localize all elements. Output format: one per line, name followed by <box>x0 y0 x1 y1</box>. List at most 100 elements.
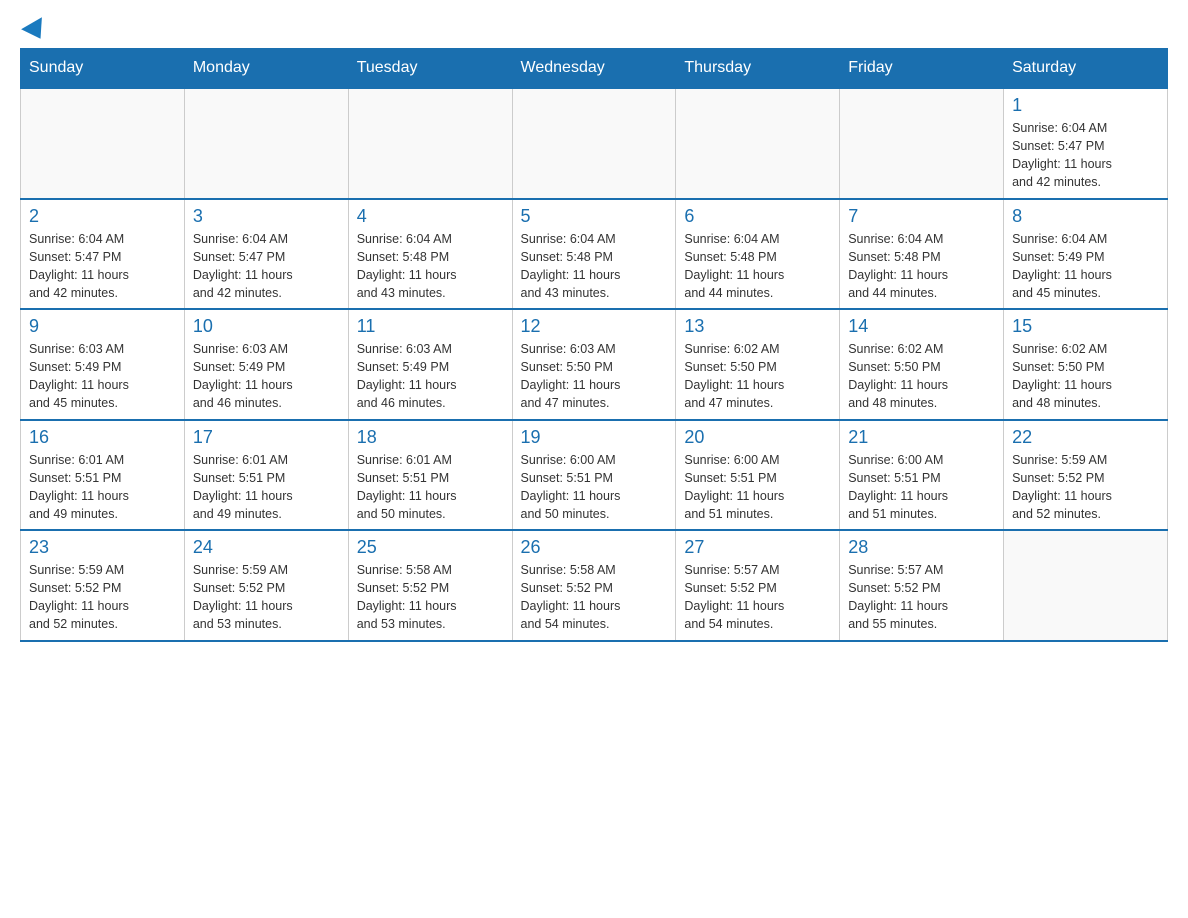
calendar-day-cell: 14 Sunrise: 6:02 AM Sunset: 5:50 PM Dayli… <box>840 309 1004 420</box>
day-number: 10 <box>193 316 340 337</box>
day-number: 28 <box>848 537 995 558</box>
calendar-day-cell: 25 Sunrise: 5:58 AM Sunset: 5:52 PM Dayli… <box>348 530 512 641</box>
day-number: 23 <box>29 537 176 558</box>
day-number: 22 <box>1012 427 1159 448</box>
day-number: 12 <box>521 316 668 337</box>
day-number: 16 <box>29 427 176 448</box>
day-info: Sunrise: 5:57 AM Sunset: 5:52 PM Dayligh… <box>848 561 995 634</box>
calendar-day-cell <box>21 88 185 199</box>
calendar-day-cell: 10 Sunrise: 6:03 AM Sunset: 5:49 PM Dayli… <box>184 309 348 420</box>
calendar-day-cell: 2 Sunrise: 6:04 AM Sunset: 5:47 PM Daylig… <box>21 199 185 310</box>
day-info: Sunrise: 6:01 AM Sunset: 5:51 PM Dayligh… <box>357 451 504 524</box>
day-of-week-header: Tuesday <box>348 49 512 89</box>
calendar-day-cell: 19 Sunrise: 6:00 AM Sunset: 5:51 PM Dayli… <box>512 420 676 531</box>
day-number: 1 <box>1012 95 1159 116</box>
day-of-week-header: Saturday <box>1004 49 1168 89</box>
day-number: 27 <box>684 537 831 558</box>
day-info: Sunrise: 6:04 AM Sunset: 5:48 PM Dayligh… <box>684 230 831 303</box>
day-info: Sunrise: 6:01 AM Sunset: 5:51 PM Dayligh… <box>29 451 176 524</box>
calendar-day-cell: 6 Sunrise: 6:04 AM Sunset: 5:48 PM Daylig… <box>676 199 840 310</box>
day-number: 24 <box>193 537 340 558</box>
day-info: Sunrise: 5:59 AM Sunset: 5:52 PM Dayligh… <box>193 561 340 634</box>
day-info: Sunrise: 6:00 AM Sunset: 5:51 PM Dayligh… <box>521 451 668 524</box>
logo-triangle-icon <box>21 17 51 45</box>
calendar-day-cell: 8 Sunrise: 6:04 AM Sunset: 5:49 PM Daylig… <box>1004 199 1168 310</box>
calendar-day-cell: 7 Sunrise: 6:04 AM Sunset: 5:48 PM Daylig… <box>840 199 1004 310</box>
calendar-header-row: SundayMondayTuesdayWednesdayThursdayFrid… <box>21 49 1168 89</box>
day-number: 14 <box>848 316 995 337</box>
day-number: 17 <box>193 427 340 448</box>
calendar-day-cell: 11 Sunrise: 6:03 AM Sunset: 5:49 PM Dayli… <box>348 309 512 420</box>
day-of-week-header: Monday <box>184 49 348 89</box>
day-info: Sunrise: 5:58 AM Sunset: 5:52 PM Dayligh… <box>521 561 668 634</box>
calendar-day-cell: 20Sunrise: 6:00 AM Sunset: 5:51 PM Dayli… <box>676 420 840 531</box>
day-number: 5 <box>521 206 668 227</box>
calendar-week-row: 16 Sunrise: 6:01 AM Sunset: 5:51 PM Dayli… <box>21 420 1168 531</box>
day-info: Sunrise: 6:03 AM Sunset: 5:50 PM Dayligh… <box>521 340 668 413</box>
logo <box>20 20 48 38</box>
calendar-day-cell: 4Sunrise: 6:04 AM Sunset: 5:48 PM Daylig… <box>348 199 512 310</box>
calendar-day-cell: 27 Sunrise: 5:57 AM Sunset: 5:52 PM Dayli… <box>676 530 840 641</box>
day-of-week-header: Thursday <box>676 49 840 89</box>
day-of-week-header: Sunday <box>21 49 185 89</box>
day-number: 25 <box>357 537 504 558</box>
day-info: Sunrise: 5:57 AM Sunset: 5:52 PM Dayligh… <box>684 561 831 634</box>
calendar-day-cell <box>512 88 676 199</box>
calendar-day-cell: 21 Sunrise: 6:00 AM Sunset: 5:51 PM Dayli… <box>840 420 1004 531</box>
calendar-day-cell: 12 Sunrise: 6:03 AM Sunset: 5:50 PM Dayli… <box>512 309 676 420</box>
calendar-day-cell <box>1004 530 1168 641</box>
calendar-day-cell: 23 Sunrise: 5:59 AM Sunset: 5:52 PM Dayli… <box>21 530 185 641</box>
day-info: Sunrise: 6:03 AM Sunset: 5:49 PM Dayligh… <box>29 340 176 413</box>
calendar-day-cell: 22 Sunrise: 5:59 AM Sunset: 5:52 PM Dayli… <box>1004 420 1168 531</box>
calendar-table: SundayMondayTuesdayWednesdayThursdayFrid… <box>20 48 1168 642</box>
calendar-day-cell <box>676 88 840 199</box>
day-info: Sunrise: 6:02 AM Sunset: 5:50 PM Dayligh… <box>1012 340 1159 413</box>
day-number: 15 <box>1012 316 1159 337</box>
day-number: 19 <box>521 427 668 448</box>
day-info: Sunrise: 6:02 AM Sunset: 5:50 PM Dayligh… <box>848 340 995 413</box>
day-info: Sunrise: 5:59 AM Sunset: 5:52 PM Dayligh… <box>29 561 176 634</box>
day-number: 2 <box>29 206 176 227</box>
calendar-week-row: 23 Sunrise: 5:59 AM Sunset: 5:52 PM Dayli… <box>21 530 1168 641</box>
day-info: Sunrise: 6:00 AM Sunset: 5:51 PM Dayligh… <box>684 451 831 524</box>
day-info: Sunrise: 6:04 AM Sunset: 5:49 PM Dayligh… <box>1012 230 1159 303</box>
day-info: Sunrise: 6:01 AM Sunset: 5:51 PM Dayligh… <box>193 451 340 524</box>
calendar-day-cell: 17 Sunrise: 6:01 AM Sunset: 5:51 PM Dayli… <box>184 420 348 531</box>
calendar-day-cell: 9 Sunrise: 6:03 AM Sunset: 5:49 PM Daylig… <box>21 309 185 420</box>
calendar-day-cell <box>840 88 1004 199</box>
day-info: Sunrise: 6:03 AM Sunset: 5:49 PM Dayligh… <box>193 340 340 413</box>
calendar-day-cell: 16 Sunrise: 6:01 AM Sunset: 5:51 PM Dayli… <box>21 420 185 531</box>
day-number: 7 <box>848 206 995 227</box>
day-info: Sunrise: 6:02 AM Sunset: 5:50 PM Dayligh… <box>684 340 831 413</box>
day-number: 6 <box>684 206 831 227</box>
calendar-day-cell: 28 Sunrise: 5:57 AM Sunset: 5:52 PM Dayli… <box>840 530 1004 641</box>
calendar-week-row: 9 Sunrise: 6:03 AM Sunset: 5:49 PM Daylig… <box>21 309 1168 420</box>
page-header <box>20 20 1168 38</box>
day-number: 3 <box>193 206 340 227</box>
calendar-day-cell: 26 Sunrise: 5:58 AM Sunset: 5:52 PM Dayli… <box>512 530 676 641</box>
day-number: 18 <box>357 427 504 448</box>
calendar-day-cell: 24 Sunrise: 5:59 AM Sunset: 5:52 PM Dayli… <box>184 530 348 641</box>
calendar-day-cell: 1 Sunrise: 6:04 AM Sunset: 5:47 PM Daylig… <box>1004 88 1168 199</box>
day-info: Sunrise: 6:03 AM Sunset: 5:49 PM Dayligh… <box>357 340 504 413</box>
calendar-day-cell <box>348 88 512 199</box>
day-info: Sunrise: 6:04 AM Sunset: 5:47 PM Dayligh… <box>1012 119 1159 192</box>
calendar-day-cell: 18 Sunrise: 6:01 AM Sunset: 5:51 PM Dayli… <box>348 420 512 531</box>
calendar-day-cell: 3 Sunrise: 6:04 AM Sunset: 5:47 PM Daylig… <box>184 199 348 310</box>
day-number: 26 <box>521 537 668 558</box>
day-number: 8 <box>1012 206 1159 227</box>
day-info: Sunrise: 6:04 AM Sunset: 5:47 PM Dayligh… <box>29 230 176 303</box>
calendar-day-cell <box>184 88 348 199</box>
day-info: Sunrise: 6:00 AM Sunset: 5:51 PM Dayligh… <box>848 451 995 524</box>
day-info: Sunrise: 6:04 AM Sunset: 5:47 PM Dayligh… <box>193 230 340 303</box>
day-info: Sunrise: 6:04 AM Sunset: 5:48 PM Dayligh… <box>848 230 995 303</box>
calendar-day-cell: 13 Sunrise: 6:02 AM Sunset: 5:50 PM Dayli… <box>676 309 840 420</box>
calendar-week-row: 1 Sunrise: 6:04 AM Sunset: 5:47 PM Daylig… <box>21 88 1168 199</box>
calendar-week-row: 2 Sunrise: 6:04 AM Sunset: 5:47 PM Daylig… <box>21 199 1168 310</box>
day-number: 11 <box>357 316 504 337</box>
day-number: 21 <box>848 427 995 448</box>
day-info: Sunrise: 5:58 AM Sunset: 5:52 PM Dayligh… <box>357 561 504 634</box>
day-info: Sunrise: 5:59 AM Sunset: 5:52 PM Dayligh… <box>1012 451 1159 524</box>
day-number: 9 <box>29 316 176 337</box>
day-number: 13 <box>684 316 831 337</box>
